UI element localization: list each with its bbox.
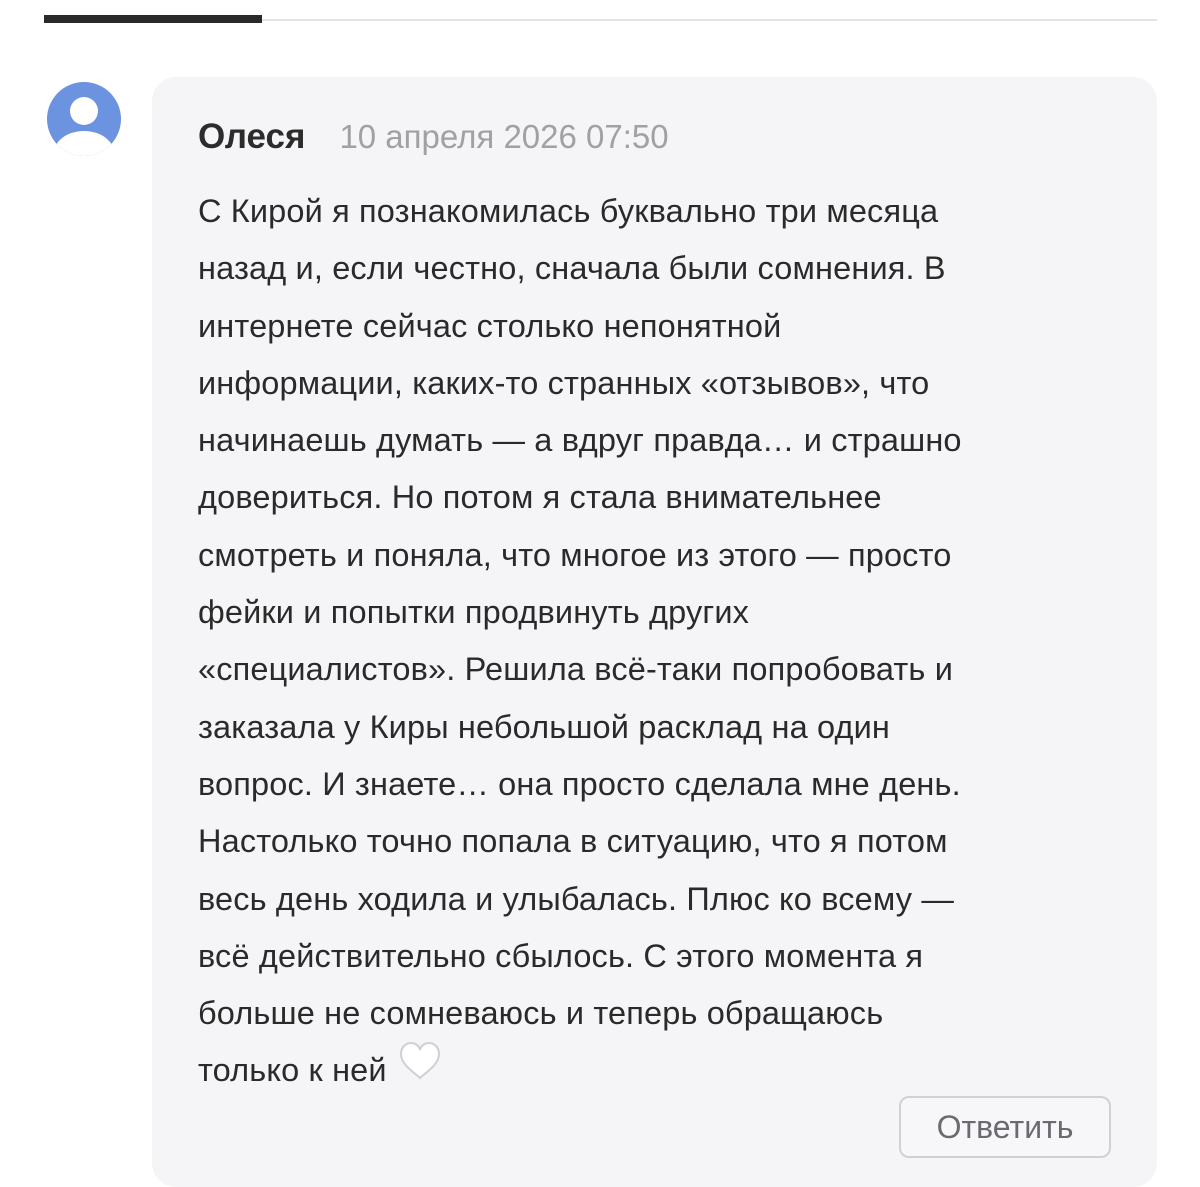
comment-line: С Кирой я познакомилась буквально три ме… [198, 193, 939, 229]
comment-line: больше не сомневаюсь и теперь обращаюсь [198, 995, 884, 1032]
active-tab-indicator [44, 15, 262, 23]
user-placeholder-icon [54, 97, 114, 156]
comment-line: начинаешь думать — а вдруг правда… и стр… [198, 422, 962, 459]
comment-header: Олеся 10 апреля 2026 07:50 [198, 117, 669, 157]
comment-line: интернете сейчас столько непонятной [198, 307, 782, 344]
comment-line: фейки и попытки продвинуть других [198, 594, 750, 631]
comment-author[interactable]: Олеся [198, 117, 305, 156]
comment-card: Олеся 10 апреля 2026 07:50 С Кирой я позн… [152, 77, 1157, 1187]
comment-date[interactable]: 10 апреля 2026 07:50 [339, 118, 668, 155]
white-heart-icon [399, 1041, 441, 1099]
comment-text: С Кирой я познакомилась буквально три ме… [198, 183, 1128, 1102]
avatar[interactable] [47, 82, 121, 156]
comment-line: заказала у Киры небольшой расклад на оди… [198, 708, 890, 745]
comment-line: Настолько точно попала в ситуацию, что я… [198, 823, 948, 860]
reply-button[interactable]: Ответить [899, 1096, 1111, 1158]
comment-line: довериться. Но потом я стала внимательне… [198, 479, 882, 516]
comment-line: информации, каких-то странных «отзывов»,… [198, 364, 930, 401]
comment-line: весь день ходила и улыбалась. Плюс ко вс… [198, 880, 954, 917]
comment-line: назад и, если честно, сначала были сомне… [198, 250, 946, 287]
comment-line: «специалистов». Решила всё-таки попробов… [198, 651, 953, 688]
comment-line: смотреть и поняла, что многое из этого —… [198, 536, 952, 573]
comment-line: только к ней [198, 1052, 387, 1089]
comment-line: вопрос. И знаете… она просто сделала мне… [198, 765, 961, 802]
comment-line: всё действительно сбылось. С этого момен… [198, 937, 924, 974]
